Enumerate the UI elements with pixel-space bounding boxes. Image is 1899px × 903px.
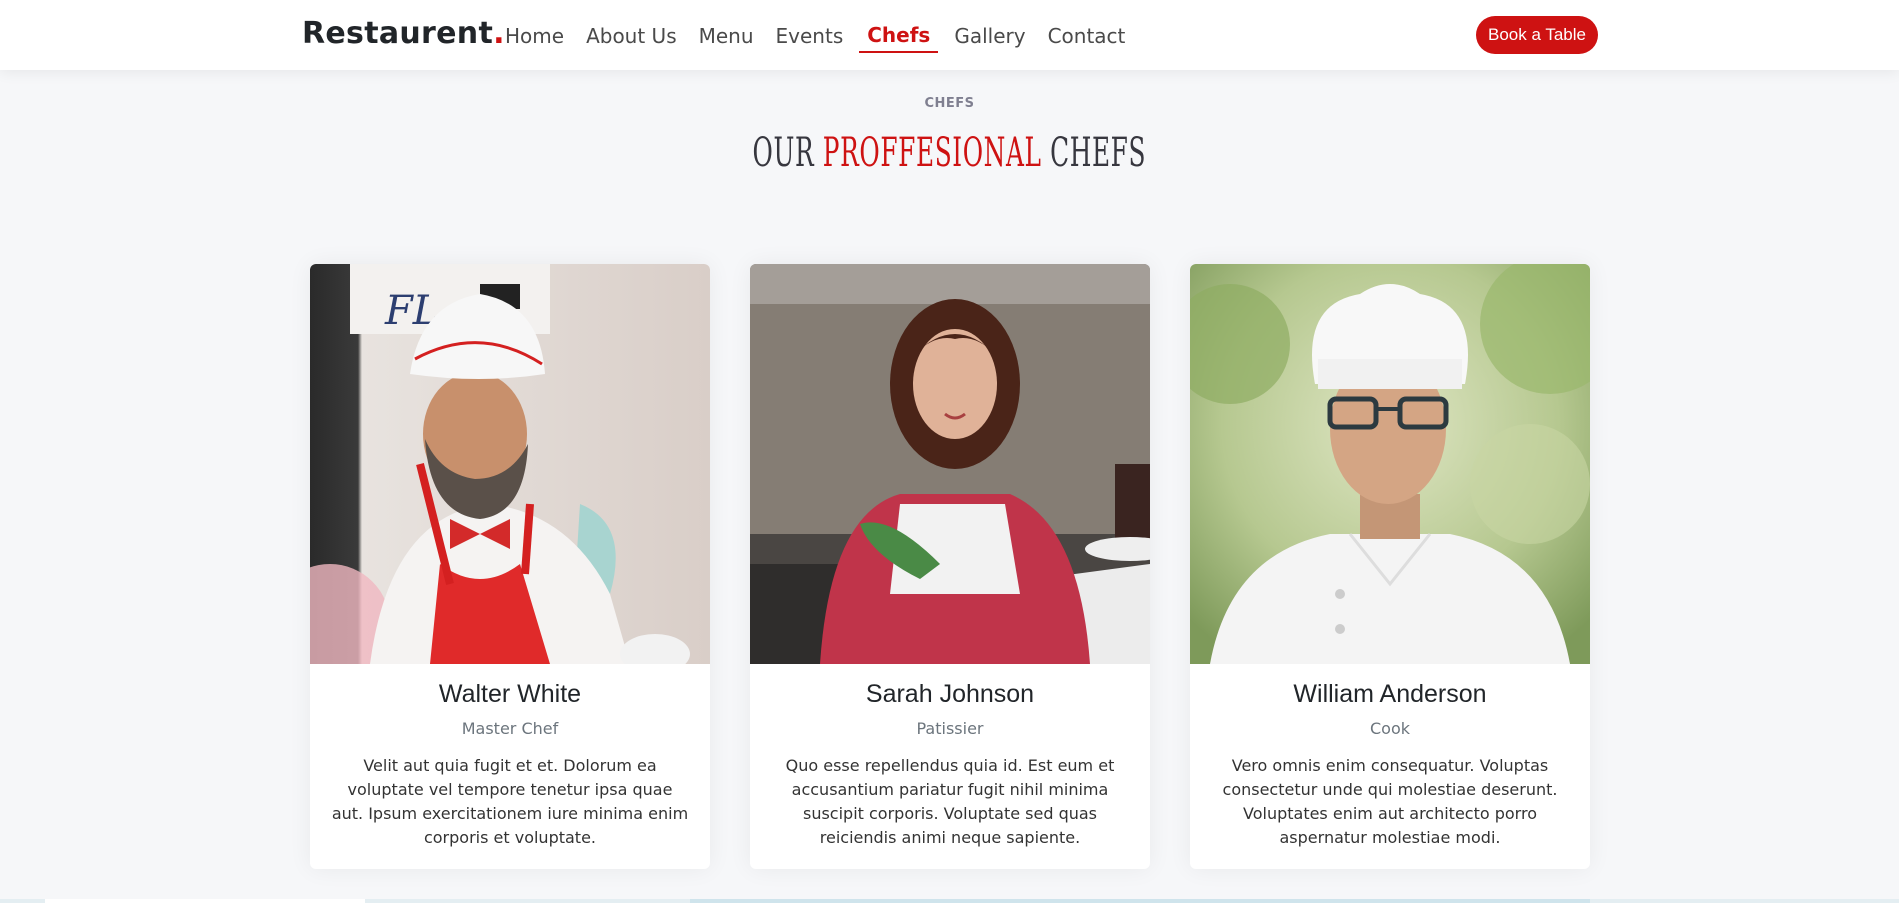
section-tag: CHEFS — [924, 96, 975, 111]
bottom-strip-segment — [690, 899, 1590, 903]
nav-item-chefs[interactable]: Chefs — [859, 17, 939, 53]
chef-photo-illustration — [1190, 264, 1590, 664]
chef-photo — [1190, 264, 1590, 664]
chef-photo — [750, 264, 1150, 664]
site-header: Restaurent. Home About Us Menu Events Ch… — [0, 0, 1899, 70]
chef-description: Quo esse repellendus quia id. Est eum et… — [785, 756, 1115, 847]
section-title-part2: CHEFS — [1041, 130, 1147, 176]
chef-description: Velit aut quia fugit et et. Dolorum ea v… — [331, 756, 689, 847]
nav-item-about-us[interactable]: About Us — [586, 18, 677, 53]
nav-item-contact[interactable]: Contact — [1048, 18, 1126, 53]
bottom-strip — [0, 899, 1899, 903]
chef-card: FL Walter White Master Chef Velit aut qu… — [310, 264, 710, 869]
chef-card: William Anderson Cook Vero omnis enim co… — [1190, 264, 1590, 869]
nav-item-menu[interactable]: Menu — [699, 18, 754, 53]
section-title-part1: OUR — [752, 130, 823, 176]
chef-name: Sarah Johnson — [865, 680, 1035, 708]
nav-item-home[interactable]: Home — [505, 18, 564, 53]
chef-photo-illustration — [750, 264, 1150, 664]
section-title: OUR PROFFESIONAL CHEFS — [361, 130, 1538, 176]
chef-name: Walter White — [438, 680, 582, 708]
chef-role: Master Chef — [461, 719, 559, 738]
nav-item-events[interactable]: Events — [776, 18, 844, 53]
logo[interactable]: Restaurent. — [302, 16, 505, 51]
logo-text: Restaurent — [302, 16, 494, 51]
book-a-table-button[interactable]: Book a Table — [1476, 16, 1598, 54]
main-nav: Home About Us Menu Events Chefs Gallery … — [494, 0, 1136, 70]
bottom-strip-segment — [45, 899, 365, 903]
chef-role: Patissier — [916, 719, 984, 738]
chef-photo: FL — [310, 264, 710, 664]
section-title-accent: PROFFESIONAL — [822, 130, 1042, 176]
chef-role: Cook — [1369, 719, 1410, 738]
chef-description: Vero omnis enim consequatur. Voluptas co… — [1222, 756, 1558, 847]
chef-name: William Anderson — [1293, 680, 1487, 708]
chef-photo-illustration: FL — [310, 264, 710, 664]
nav-item-gallery[interactable]: Gallery — [954, 18, 1025, 53]
chef-card: Sarah Johnson Patissier Quo esse repelle… — [750, 264, 1150, 869]
